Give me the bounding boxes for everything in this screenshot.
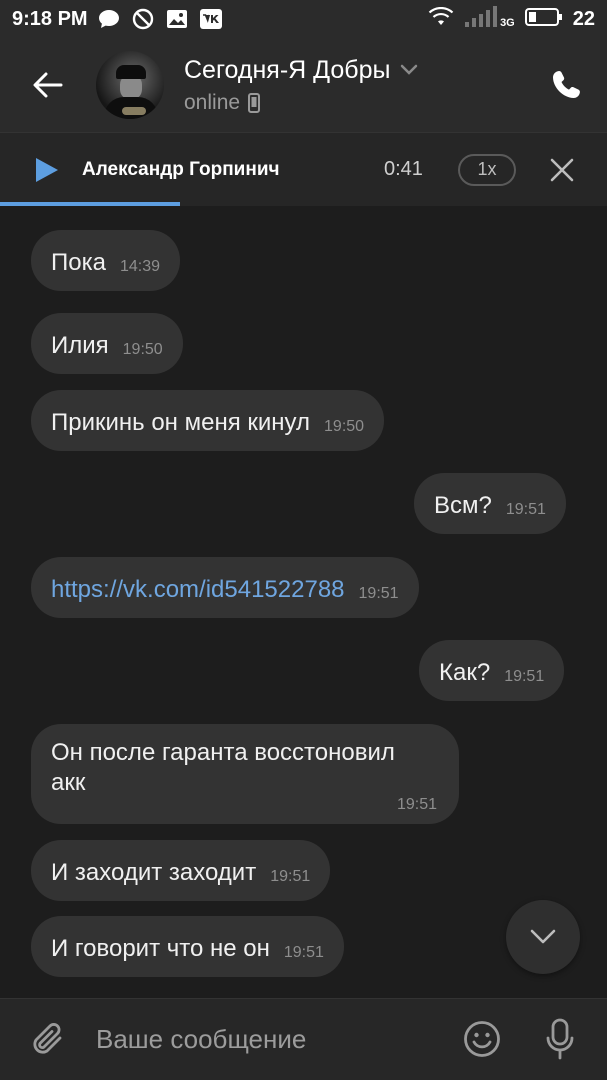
message-bubble-in[interactable]: Пока 14:39 xyxy=(31,230,181,291)
close-player-button[interactable] xyxy=(547,155,577,185)
message-bubble-out[interactable]: Как? 19:51 xyxy=(419,640,565,701)
chat-status: online xyxy=(184,90,241,114)
emoji-icon xyxy=(464,1021,500,1057)
playback-speed-button[interactable]: 1x xyxy=(458,153,516,186)
paperclip-icon xyxy=(33,1022,62,1054)
play-button[interactable] xyxy=(32,155,62,185)
chat-bubble-icon xyxy=(98,8,120,30)
message-time: 19:51 xyxy=(505,501,546,518)
audio-player-bar: Александр Горпинич 0:41 1x xyxy=(0,132,607,206)
scroll-to-bottom-button[interactable] xyxy=(506,900,580,974)
message-text: Как? xyxy=(439,659,491,686)
network-type: 3G xyxy=(500,17,515,29)
message-text: И заходит заходит xyxy=(51,859,257,886)
wifi-icon xyxy=(428,6,454,32)
emoji-button[interactable] xyxy=(462,1019,502,1059)
status-bar: 9:18 PM 3G 22 xyxy=(0,0,607,38)
track-time: 0:41 xyxy=(384,158,423,180)
gallery-icon xyxy=(166,8,188,30)
back-button[interactable] xyxy=(0,38,96,132)
mobile-device-icon xyxy=(248,92,261,113)
avatar[interactable] xyxy=(96,51,164,119)
message-time: 19:51 xyxy=(270,868,311,885)
message-text-line: Он после гаранта восстоновил xyxy=(51,739,395,766)
message-text: Всм? xyxy=(434,492,492,519)
close-icon xyxy=(550,158,574,181)
vk-icon xyxy=(199,8,222,30)
chevron-down-icon xyxy=(401,64,418,75)
message-bubble-in[interactable]: И говорит что не он 19:51 xyxy=(31,916,344,977)
message-bubble-in[interactable]: https://vk.com/id541522788 19:51 xyxy=(31,557,419,618)
message-time: 19:50 xyxy=(122,341,163,358)
signal-icon xyxy=(464,5,498,33)
attach-button[interactable] xyxy=(28,1020,68,1060)
message-text: И говорит что не он xyxy=(51,935,270,962)
message-bubble-out[interactable]: Всм? 19:51 xyxy=(414,473,566,534)
message-time: 19:51 xyxy=(396,796,437,813)
track-name[interactable]: Александр Горпинич xyxy=(82,159,280,181)
do-not-disturb-icon xyxy=(132,8,154,30)
status-time: 9:18 PM xyxy=(12,7,88,30)
call-button[interactable] xyxy=(549,66,585,102)
battery-level: 22 xyxy=(572,7,595,30)
message-list[interactable]: Пока 14:39 Илия 19:50 Прикинь он меня ки… xyxy=(0,206,607,998)
message-bubble-in[interactable]: Илия 19:50 xyxy=(31,313,183,374)
message-bubble-in[interactable]: Он после гаранта восстоновил акк 19:51 xyxy=(31,724,459,824)
battery-icon xyxy=(524,7,563,32)
message-time: 19:51 xyxy=(504,668,545,685)
back-arrow-icon xyxy=(33,72,63,98)
chevron-down-icon xyxy=(530,929,556,944)
message-composer xyxy=(0,998,607,1080)
message-time: 14:39 xyxy=(119,258,161,275)
message-link[interactable]: https://vk.com/id541522788 xyxy=(51,575,345,605)
microphone-icon xyxy=(546,1018,574,1060)
message-bubble-in[interactable]: Прикинь он меня кинул 19:50 xyxy=(31,390,385,451)
message-text-line: акк xyxy=(51,769,86,796)
message-text: Пока xyxy=(51,249,106,276)
message-text: Прикинь он меня кинул xyxy=(51,409,311,436)
message-time: 19:50 xyxy=(324,418,365,435)
message-bubble-in[interactable]: И заходит заходит 19:51 xyxy=(31,840,331,901)
message-text: Илия xyxy=(51,332,109,359)
play-icon xyxy=(36,157,58,182)
chat-title-block[interactable]: Сегодня-Я Добры online xyxy=(184,56,418,115)
message-time: 19:51 xyxy=(358,585,399,602)
message-time: 19:51 xyxy=(283,944,324,961)
chat-header: Сегодня-Я Добры online xyxy=(0,38,607,132)
phone-icon xyxy=(553,71,580,98)
chat-title: Сегодня-Я Добры xyxy=(184,55,391,84)
message-input[interactable] xyxy=(96,1024,436,1055)
voice-message-button[interactable] xyxy=(540,1017,580,1061)
